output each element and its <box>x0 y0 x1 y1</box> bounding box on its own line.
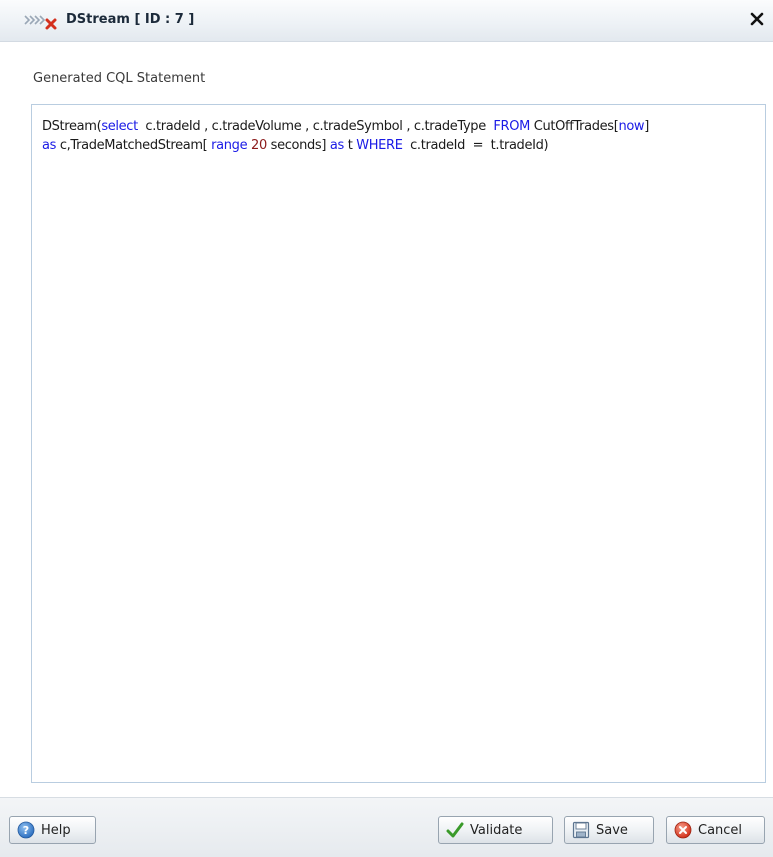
cql-dialog: DStream [ ID : 7 ] Generated CQL Stateme… <box>0 0 773 857</box>
cql-keyword: range <box>211 138 248 153</box>
cql-keyword: as <box>329 138 344 153</box>
cql-keyword: WHERE <box>356 138 403 153</box>
cql-keyword: as <box>42 138 57 153</box>
close-icon[interactable] <box>749 11 765 27</box>
cancel-icon <box>674 821 692 839</box>
cancel-button[interactable]: Cancel <box>666 816 765 844</box>
cql-text: t <box>343 138 357 153</box>
cql-keyword: select <box>101 119 138 134</box>
save-button-label: Save <box>596 822 628 838</box>
cql-keyword: FROM <box>493 119 530 134</box>
dialog-title: DStream [ ID : 7 ] <box>66 12 195 27</box>
help-button[interactable]: ? Help <box>9 816 96 844</box>
cql-line-2: as c,TradeMatchedStream[ range 20 second… <box>42 136 755 155</box>
cql-line-1: DStream(select c.tradeId , c.tradeVolume… <box>42 117 755 136</box>
checkmark-icon <box>446 822 464 838</box>
help-button-label: Help <box>41 822 71 838</box>
dialog-footer: ? Help Validate Save Cancel <box>0 797 773 857</box>
cql-text: DStream( <box>42 119 102 134</box>
cql-text: seconds] <box>266 138 330 153</box>
stream-operator-icon <box>24 15 57 30</box>
cancel-button-label: Cancel <box>698 822 743 838</box>
cql-statement-text[interactable]: DStream(select c.tradeId , c.tradeVolume… <box>31 104 766 783</box>
cql-statement-label: Generated CQL Statement <box>33 71 206 86</box>
cql-text: c.tradeId , c.tradeVolume , c.tradeSymbo… <box>137 119 494 134</box>
cql-number: 20 <box>251 138 267 153</box>
title-bar: DStream [ ID : 7 ] <box>0 0 773 42</box>
cql-text: c.tradeId = t.tradeId) <box>402 138 549 153</box>
floppy-disk-icon <box>572 821 590 839</box>
cql-text: ] <box>644 119 649 134</box>
cql-text: c,TradeMatchedStream[ <box>56 138 212 153</box>
cql-text: CutOffTrades[ <box>529 119 619 134</box>
help-icon: ? <box>17 821 35 839</box>
cql-keyword: now <box>618 119 645 134</box>
svg-text:?: ? <box>23 824 29 837</box>
validate-button-label: Validate <box>470 822 523 838</box>
save-button[interactable]: Save <box>564 816 654 844</box>
validate-button[interactable]: Validate <box>438 816 553 844</box>
